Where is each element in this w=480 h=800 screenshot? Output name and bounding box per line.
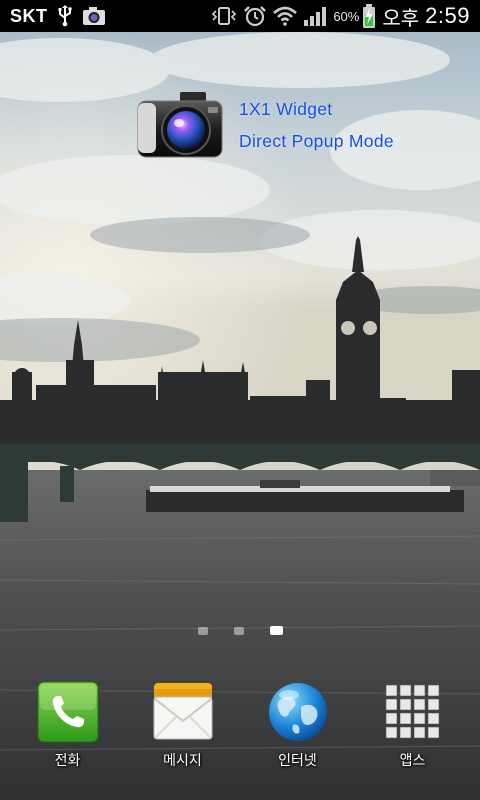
carrier-label: SKT	[10, 5, 48, 26]
wifi-icon	[273, 6, 298, 26]
app-dock: 전화 메시지 인터넷 앱스	[0, 680, 480, 790]
camera-notification-icon	[82, 6, 106, 26]
page-indicator	[0, 626, 480, 635]
usb-icon	[57, 5, 73, 27]
time-ampm: 오후	[382, 7, 420, 30]
page-dot-3-active[interactable]	[269, 626, 283, 635]
dock-item-messages[interactable]: 메시지	[133, 680, 233, 790]
page-dot-1[interactable]	[197, 626, 208, 635]
dock-item-apps[interactable]: 앱스	[363, 680, 463, 790]
widget-mode-label: Direct Popup Mode	[239, 130, 394, 151]
message-icon[interactable]	[151, 680, 215, 744]
alarm-icon	[243, 5, 267, 27]
dock-label-internet: 인터넷	[278, 753, 317, 769]
dock-label-phone: 전화	[54, 753, 81, 769]
battery-charging-icon	[362, 4, 376, 28]
widget-title: 1X1 Widget	[239, 98, 333, 119]
dock-label-apps: 앱스	[399, 753, 426, 769]
clock-time: 2:59	[425, 3, 470, 28]
battery-percent: 60%	[333, 8, 360, 24]
dock-item-phone[interactable]: 전화	[18, 680, 118, 790]
apps-grid-icon[interactable]	[381, 680, 445, 744]
signal-icon	[303, 6, 327, 26]
status-bar[interactable]: SKT 60% 오후 2:59	[0, 0, 480, 32]
globe-icon[interactable]	[266, 680, 330, 744]
dock-item-internet[interactable]: 인터넷	[248, 680, 348, 790]
vibrate-icon	[211, 6, 237, 26]
phone-icon[interactable]	[36, 680, 100, 744]
dock-label-messages: 메시지	[163, 753, 202, 769]
camera-widget[interactable]: 1X1 Widget Direct Popup Mode	[136, 88, 426, 162]
page-dot-2[interactable]	[233, 626, 244, 635]
camera-icon[interactable]	[136, 89, 224, 161]
